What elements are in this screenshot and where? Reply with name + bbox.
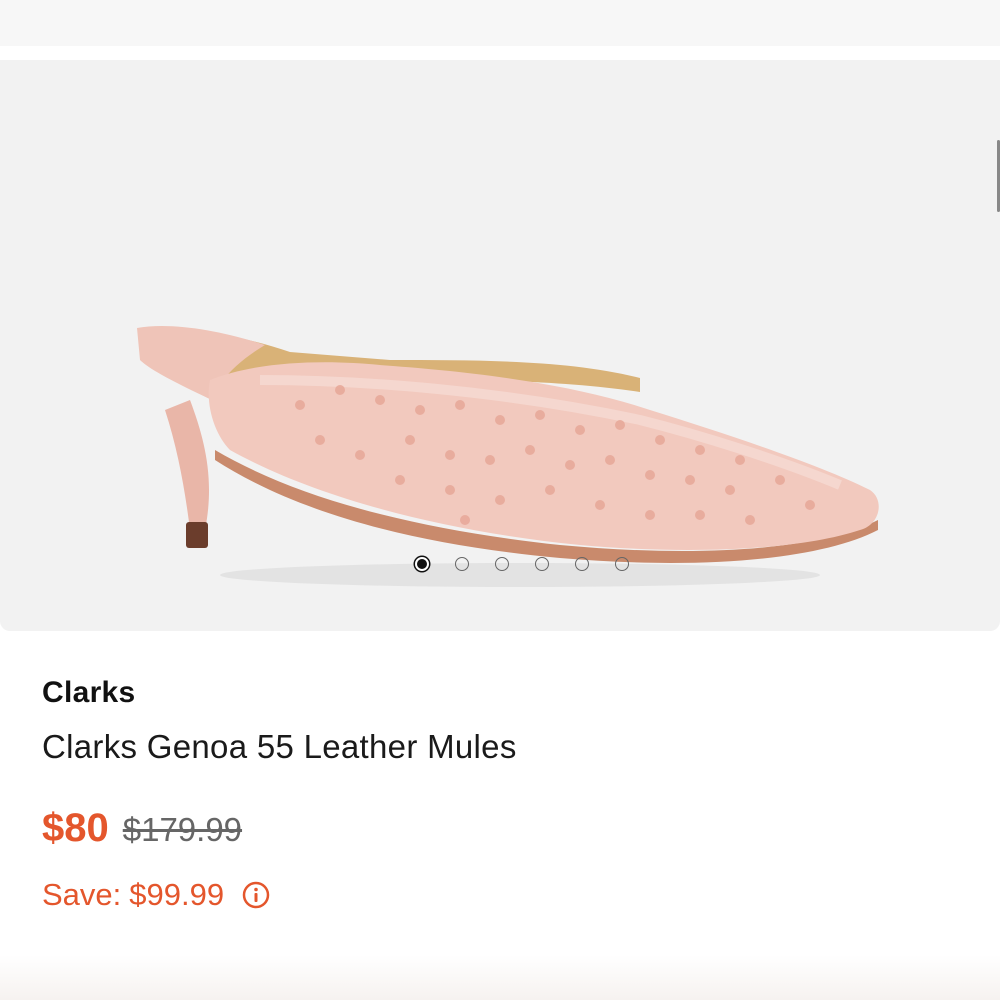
product-image[interactable] xyxy=(0,60,1000,631)
carousel-indicator xyxy=(415,557,650,571)
carousel-dot-1[interactable] xyxy=(415,557,429,571)
savings-row: Save: $99.99 xyxy=(42,877,982,913)
carousel-dot-6[interactable] xyxy=(615,557,629,571)
carousel-dot-2[interactable] xyxy=(455,557,469,571)
product-info: Clarks Clarks Genoa 55 Leather Mules $80… xyxy=(42,676,982,913)
product-image-carousel[interactable] xyxy=(0,60,1000,631)
original-price: $179.99 xyxy=(122,811,243,848)
carousel-dot-3[interactable] xyxy=(495,557,509,571)
save-amount: $99.99 xyxy=(129,877,225,912)
top-bar xyxy=(0,0,1000,46)
carousel-dot-5[interactable] xyxy=(575,557,589,571)
price-row: $80 $179.99 xyxy=(42,806,982,851)
sale-price: $80 xyxy=(42,806,109,850)
bottom-fade xyxy=(0,955,1000,1000)
carousel-dot-4[interactable] xyxy=(535,557,549,571)
save-label: Save: xyxy=(42,877,122,912)
info-circle-icon[interactable] xyxy=(242,881,270,909)
brand-name[interactable]: Clarks xyxy=(42,676,982,716)
product-title[interactable]: Clarks Genoa 55 Leather Mules xyxy=(42,728,982,766)
